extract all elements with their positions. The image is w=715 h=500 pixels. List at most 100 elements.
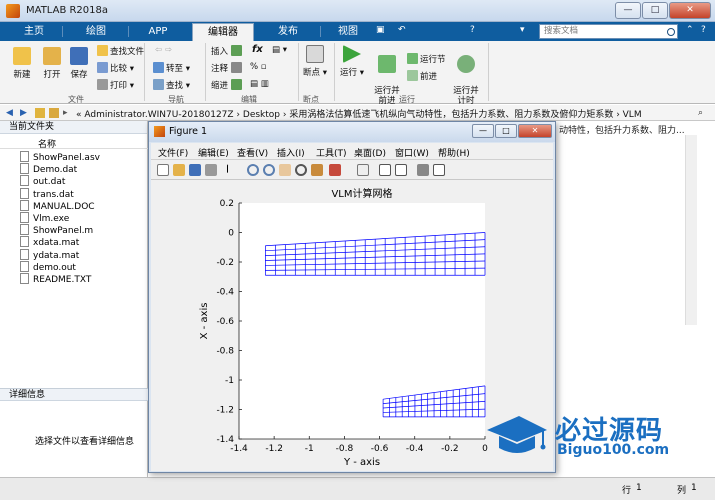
file-list-item[interactable]: xdata.mat: [20, 236, 79, 248]
search-filter-icon[interactable]: ▾: [520, 25, 530, 37]
back-forward-buttons[interactable]: ⇦ ⇨: [155, 45, 172, 55]
maximize-button[interactable]: □: [642, 2, 668, 19]
graduation-cap-logo: [487, 416, 547, 453]
file-list-item[interactable]: MANUAL.DOC: [20, 199, 95, 212]
tab-publish[interactable]: 发布: [260, 23, 316, 41]
zoom-out-icon[interactable]: [263, 164, 275, 176]
run-advance-icon: [378, 55, 396, 73]
brush-icon[interactable]: [329, 164, 341, 176]
tab-editor[interactable]: 编辑器: [192, 23, 254, 41]
folder-icon: [43, 47, 61, 65]
print-figure-icon[interactable]: [205, 164, 217, 176]
hide-plot-tools-icon[interactable]: [417, 164, 429, 176]
find-files-button[interactable]: 查找文件: [97, 45, 144, 57]
goto-button[interactable]: 转至 ▾: [153, 62, 190, 74]
zoom-in-icon[interactable]: [247, 164, 259, 176]
editor-scrollbar[interactable]: [685, 135, 697, 325]
run-icon: [343, 45, 361, 63]
menu-window[interactable]: 窗口(W): [395, 146, 429, 159]
print-button[interactable]: 打印 ▾: [97, 79, 134, 91]
browse-folder-icon[interactable]: ▸: [63, 108, 73, 118]
ribbon: 新建 打开 保存 查找文件 比较 ▾ 打印 ▾ 文件 ⇦ ⇨ 转至 ▾ 查找 ▾…: [0, 41, 715, 106]
run-and-advance-button[interactable]: 运行并 前进: [372, 45, 402, 106]
menu-insert[interactable]: 插入(I): [277, 146, 305, 159]
ribbon-help-icon[interactable]: ?: [701, 25, 711, 37]
nav-group-label: 导航: [168, 95, 184, 104]
link-plot-icon[interactable]: [357, 164, 369, 176]
run-button[interactable]: 运行 ▾: [337, 45, 367, 78]
figure-minimize-button[interactable]: —: [472, 124, 494, 138]
file-list-item[interactable]: demo.out: [20, 260, 76, 273]
comment-percent-icon[interactable]: % ▫: [250, 62, 267, 72]
file-list-item[interactable]: README.TXT: [20, 273, 91, 285]
figure-close-button[interactable]: ✕: [518, 124, 552, 138]
open-folder-icon[interactable]: [35, 108, 45, 118]
new-figure-icon[interactable]: [157, 164, 169, 176]
file-list-item[interactable]: ydata.mat: [20, 248, 79, 261]
forward-arrow-icon[interactable]: ▶: [20, 108, 30, 118]
ribbon-expand-icon[interactable]: ⌃: [686, 25, 696, 37]
open-button[interactable]: 打开: [38, 47, 66, 80]
save-button[interactable]: 保存: [66, 47, 92, 80]
comment-icon: [230, 62, 242, 73]
file-icon: [20, 187, 29, 199]
help-quick-icon[interactable]: ?: [470, 25, 480, 37]
file-list-item[interactable]: ShowPanel.m: [20, 224, 93, 236]
new-button[interactable]: 新建: [8, 47, 36, 80]
menu-file[interactable]: 文件(F): [158, 146, 188, 159]
y-tick-label: -0.6: [216, 317, 234, 327]
search-icon[interactable]: [667, 28, 675, 36]
y-tick-label: -1.4: [216, 435, 234, 445]
details-header[interactable]: 详细信息: [0, 388, 148, 401]
menu-tools[interactable]: 工具(T): [316, 146, 347, 159]
find-button[interactable]: 查找 ▾: [153, 79, 190, 91]
edit-more-icon[interactable]: ▤ ▾: [272, 45, 287, 55]
tab-home[interactable]: 主页: [14, 23, 54, 41]
col-label: 列: [677, 486, 687, 496]
indent-button[interactable]: 缩进: [211, 79, 244, 91]
tab-apps[interactable]: APP: [134, 23, 182, 41]
smart-indent-icon[interactable]: ▤ ▥: [250, 79, 269, 89]
legend-icon[interactable]: [395, 164, 407, 176]
file-list-item[interactable]: ShowPanel.asv: [20, 151, 100, 163]
menu-view[interactable]: 查看(V): [237, 146, 268, 159]
run-section-button[interactable]: 运行节: [407, 53, 446, 65]
tab-plots[interactable]: 绘图: [70, 23, 122, 41]
run-and-time-button[interactable]: 运行并 计时: [451, 45, 481, 106]
pointer-icon[interactable]: [227, 164, 237, 176]
watermark-url: Biguo100.com: [557, 442, 670, 458]
search-input[interactable]: 搜索文档: [539, 24, 678, 39]
file-list-item[interactable]: Vlm.exe: [20, 212, 69, 224]
menu-edit[interactable]: 编辑(E): [198, 146, 229, 159]
file-list-item[interactable]: Demo.dat: [20, 163, 77, 175]
minimize-button[interactable]: —: [615, 2, 641, 19]
fx-button[interactable]: fx: [252, 44, 263, 55]
up-folder-icon[interactable]: [49, 108, 59, 118]
show-plot-tools-icon[interactable]: [433, 164, 445, 176]
close-button[interactable]: ✕: [669, 2, 711, 19]
file-list-item[interactable]: out.dat: [20, 175, 65, 187]
colorbar-icon[interactable]: [379, 164, 391, 176]
rotate-3d-icon[interactable]: [295, 164, 307, 176]
tab-view[interactable]: 视图: [326, 23, 370, 41]
name-column-header[interactable]: 名称: [0, 136, 148, 150]
breakpoints-button[interactable]: 断点 ▾: [302, 45, 328, 78]
folder-path[interactable]: « Administrator.WIN7U-20180127Z › Deskto…: [76, 107, 642, 120]
figure-maximize-button[interactable]: □: [495, 124, 517, 138]
comment-button[interactable]: 注释: [211, 62, 244, 74]
menu-help[interactable]: 帮助(H): [438, 146, 470, 159]
undo-quick-icon[interactable]: ↶: [398, 25, 408, 37]
window-title: MATLAB R2018a: [26, 5, 109, 16]
compare-button[interactable]: 比较 ▾: [97, 62, 134, 74]
back-arrow-icon[interactable]: ◀: [6, 108, 16, 118]
address-search-icon[interactable]: ⌕: [698, 108, 708, 118]
open-icon[interactable]: [173, 164, 185, 176]
pan-hand-icon[interactable]: [279, 164, 291, 176]
file-list-item[interactable]: trans.dat: [20, 187, 74, 200]
insert-button[interactable]: 插入: [211, 45, 244, 57]
save-quick-icon[interactable]: ▣: [376, 25, 386, 37]
advance-button[interactable]: 前进: [407, 70, 437, 82]
data-cursor-icon[interactable]: [311, 164, 323, 176]
menu-desktop[interactable]: 桌面(D): [354, 146, 386, 159]
save-figure-icon[interactable]: [189, 164, 201, 176]
